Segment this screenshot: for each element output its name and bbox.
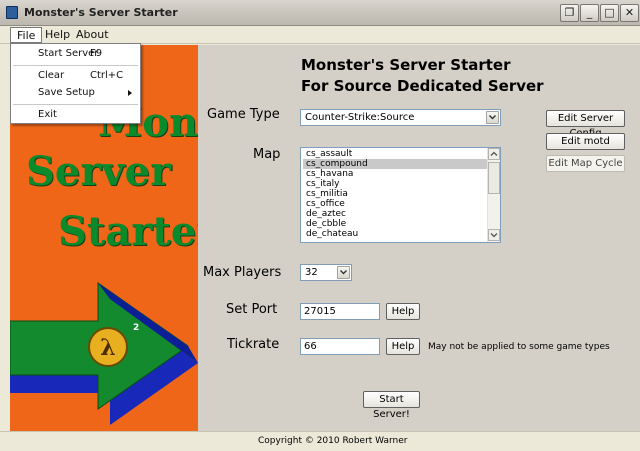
menu-item-label: Clear xyxy=(38,70,65,81)
game-type-value: Counter-Strike:Source xyxy=(305,112,415,123)
menu-separator xyxy=(13,65,138,66)
start-server-button[interactable]: Start Server! xyxy=(363,391,420,420)
list-item[interactable]: cs_militia xyxy=(303,189,488,199)
list-item[interactable]: cs_havana xyxy=(303,169,488,179)
minimize-button[interactable]: _ xyxy=(580,4,599,22)
list-item[interactable]: de_cbble xyxy=(303,219,488,229)
scroll-up-icon[interactable] xyxy=(488,148,500,160)
menu-item-clear[interactable]: Clear Ctrl+C xyxy=(11,67,140,85)
menu-about[interactable]: About xyxy=(70,27,115,43)
tickrate-input[interactable]: 66 xyxy=(300,338,380,355)
header-line1: Monster's Server Starter xyxy=(301,56,511,74)
port-input[interactable]: 27015 xyxy=(300,303,380,320)
list-item-selected[interactable]: cs_compound xyxy=(303,159,488,169)
edit-map-cycle-button[interactable]: Edit Map Cycle xyxy=(546,155,625,172)
edit-motd-button[interactable]: Edit motd xyxy=(546,133,625,150)
logo-lambda: λ xyxy=(100,335,115,361)
menu-item-save-setup[interactable]: Save Setup xyxy=(11,84,140,102)
scroll-thumb[interactable] xyxy=(488,162,500,194)
window-title: Monster's Server Starter xyxy=(24,6,178,19)
submenu-arrow-icon xyxy=(128,90,132,96)
restore-icon[interactable]: ❐ xyxy=(560,4,579,22)
list-item[interactable]: cs_italy xyxy=(303,179,488,189)
max-players-value: 32 xyxy=(305,267,318,278)
map-list[interactable]: cs_assault cs_compound cs_havana cs_ital… xyxy=(300,147,501,243)
edit-server-config-button[interactable]: Edit Server Config xyxy=(546,110,625,139)
list-item[interactable]: de_aztec xyxy=(303,209,488,219)
port-help-button[interactable]: Help xyxy=(386,303,420,320)
tickrate-value: 66 xyxy=(304,341,317,352)
copyright-text: Copyright © 2010 Robert Warner xyxy=(258,436,408,446)
menu-item-label: Exit xyxy=(38,109,57,120)
tickrate-note: May not be applied to some game types xyxy=(428,342,610,352)
close-button[interactable]: ✕ xyxy=(620,4,639,22)
tickrate-help-button[interactable]: Help xyxy=(386,338,420,355)
menu-item-start-server[interactable]: Start Server F9 xyxy=(11,45,140,63)
file-menu-dropdown: Start Server F9 Clear Ctrl+C Save Setup … xyxy=(10,43,141,124)
game-type-select[interactable]: Counter-Strike:Source xyxy=(300,109,501,126)
set-port-label: Set Port xyxy=(226,302,278,317)
chevron-down-icon[interactable] xyxy=(337,266,350,279)
status-bar: Copyright © 2010 Robert Warner xyxy=(0,431,640,451)
menu-file[interactable]: File xyxy=(10,27,43,43)
header-line2: For Source Dedicated Server xyxy=(301,77,544,95)
max-players-label: Max Players xyxy=(203,265,282,280)
app-icon xyxy=(6,6,18,19)
menu-item-exit[interactable]: Exit xyxy=(11,106,140,124)
port-value: 27015 xyxy=(304,306,336,317)
chevron-down-icon[interactable] xyxy=(486,111,499,124)
logo-superscript: 2 xyxy=(133,323,139,333)
menu-item-label: Save Setup xyxy=(38,87,95,98)
title-bar: Monster's Server Starter ❐ _ □ ✕ xyxy=(0,0,640,26)
menu-item-shortcut: Ctrl+C xyxy=(90,70,124,81)
list-item[interactable]: cs_office xyxy=(303,199,488,209)
max-players-select[interactable]: 32 xyxy=(300,264,352,281)
map-label: Map xyxy=(253,147,281,162)
map-list-scrollbar[interactable] xyxy=(487,148,500,242)
menu-item-shortcut: F9 xyxy=(90,48,103,59)
tickrate-label: Tickrate xyxy=(227,337,280,352)
list-item[interactable]: cs_assault xyxy=(303,149,488,159)
menu-bar: File Help About xyxy=(0,26,640,44)
maximize-button[interactable]: □ xyxy=(600,4,619,22)
list-item[interactable]: de_chateau xyxy=(303,229,488,239)
menu-separator xyxy=(13,104,138,105)
scroll-down-icon[interactable] xyxy=(488,229,500,241)
game-type-label: Game Type xyxy=(207,107,280,122)
